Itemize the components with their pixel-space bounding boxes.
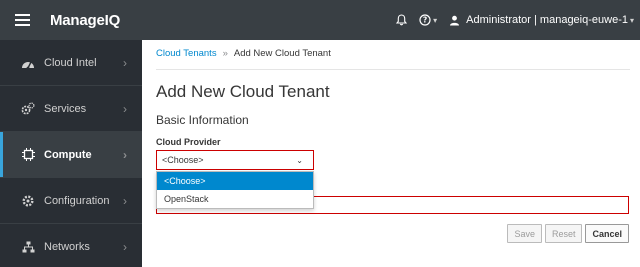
cloud-provider-label: Cloud Provider <box>156 137 221 147</box>
help-icon[interactable]: ? ▾ <box>419 14 437 26</box>
chevron-down-icon: ⌄ <box>296 155 303 165</box>
brand-prefix: Manage <box>50 11 105 29</box>
dropdown-option-openstack[interactable]: OpenStack <box>157 190 313 208</box>
chevron-right-icon: › <box>123 147 127 162</box>
header-utilities: ? ▾ Administrator | manageiq-euwe-1 ▾ <box>396 0 634 40</box>
sidebar-item-compute[interactable]: Compute › <box>0 132 142 178</box>
sidebar-item-cloud-intel[interactable]: Cloud Intel › <box>0 40 142 86</box>
save-button[interactable]: Save <box>507 224 542 243</box>
dashboard-icon <box>18 57 38 69</box>
breadcrumb-current: Add New Cloud Tenant <box>233 48 331 59</box>
sidebar-item-services[interactable]: Services › <box>0 86 142 132</box>
user-menu[interactable]: Administrator | manageiq-euwe-1 ▾ <box>449 14 634 26</box>
chevron-right-icon: › <box>123 55 127 70</box>
hamburger-icon[interactable] <box>0 0 40 40</box>
sidebar-nav: Cloud Intel › Services › Compute › Confi… <box>0 40 142 267</box>
user-icon <box>450 15 460 25</box>
sidebar-item-configuration[interactable]: Configuration › <box>0 178 142 224</box>
sidebar-item-label: Configuration <box>44 194 110 207</box>
breadcrumb-link-cloud-tenants[interactable]: Cloud Tenants <box>156 48 217 59</box>
top-header: Manage IQ ? ▾ Administrator | manageiq-eu… <box>0 0 640 40</box>
breadcrumb-separator: » <box>222 48 228 59</box>
sidebar-item-label: Cloud Intel <box>44 56 97 69</box>
bell-icon[interactable] <box>396 14 408 26</box>
main-content: Cloud Tenants » Add New Cloud Tenant Add… <box>142 40 640 267</box>
divider <box>156 69 630 70</box>
chevron-down-icon: ▾ <box>629 15 634 25</box>
user-label: Administrator | manageiq-euwe-1 <box>466 14 628 26</box>
cancel-button[interactable]: Cancel <box>585 224 629 243</box>
dropdown-option-choose[interactable]: <Choose> <box>157 172 313 190</box>
network-icon <box>18 241 38 253</box>
sidebar-item-networks[interactable]: Networks › <box>0 224 142 267</box>
section-title: Basic Information <box>156 113 249 127</box>
sidebar-item-label: Compute <box>44 148 92 161</box>
sidebar-item-label: Services <box>44 102 87 115</box>
chevron-right-icon: › <box>123 193 127 208</box>
svg-text:?: ? <box>423 16 427 25</box>
chevron-down-icon: ▾ <box>433 15 438 25</box>
form-buttons: Save Reset Cancel <box>507 224 629 243</box>
breadcrumb: Cloud Tenants » Add New Cloud Tenant <box>156 48 331 59</box>
chevron-right-icon: › <box>123 101 127 116</box>
cloud-provider-value: <Choose> <box>162 155 204 165</box>
cloud-provider-dropdown: <Choose> OpenStack <box>156 171 314 209</box>
gear-icon <box>18 194 38 207</box>
sidebar-item-label: Networks <box>44 240 90 253</box>
cloud-provider-select[interactable]: <Choose> ⌄ <box>156 150 314 170</box>
page-title: Add New Cloud Tenant <box>156 82 330 101</box>
gears-icon <box>18 102 38 115</box>
brand-logo[interactable]: Manage IQ <box>50 12 120 29</box>
reset-button[interactable]: Reset <box>544 224 583 243</box>
brand-suffix: IQ <box>104 11 121 29</box>
chip-icon <box>18 148 38 161</box>
chevron-right-icon: › <box>123 239 127 254</box>
